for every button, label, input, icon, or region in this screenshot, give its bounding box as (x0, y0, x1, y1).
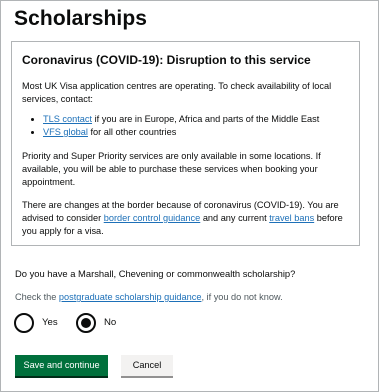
scholarship-question: Do you have a Marshall, Chevening or com… (15, 268, 296, 279)
priority-services-text: Priority and Super Priority services are… (22, 151, 321, 187)
list-item: VFS global for all other countries (43, 126, 348, 139)
selected-dot (81, 318, 91, 328)
contact-list: TLS contact if you are in Europe, Africa… (22, 113, 348, 139)
notice-heading: Coronavirus (COVID-19): Disruption to th… (22, 53, 311, 67)
list-item-text: for all other countries (87, 127, 177, 137)
yes-radio-button[interactable] (14, 313, 34, 333)
no-radio-option[interactable]: No (76, 313, 116, 333)
page-title: Scholarships (14, 7, 148, 30)
no-radio-button[interactable] (76, 313, 96, 333)
no-radio-label[interactable]: No (104, 317, 116, 329)
yes-radio-option[interactable]: Yes (14, 313, 58, 333)
postgraduate-scholarship-guidance-link[interactable]: postgraduate scholarship guidance (59, 292, 202, 302)
travel-bans-link[interactable]: travel bans (269, 213, 314, 223)
page-frame: Scholarships Coronavirus (COVID-19): Dis… (0, 0, 379, 392)
hint-text-start: Check the (15, 292, 59, 302)
list-item-text: if you are in Europe, Africa and parts o… (92, 114, 320, 124)
tls-contact-link[interactable]: TLS contact (43, 114, 92, 124)
cancel-button[interactable]: Cancel (121, 355, 173, 376)
list-item: TLS contact if you are in Europe, Africa… (43, 113, 348, 126)
border-control-guidance-link[interactable]: border control guidance (104, 213, 201, 223)
scholarship-hint: Check the postgraduate scholarship guida… (15, 291, 283, 304)
notice-intro: Most UK Visa application centres are ope… (22, 81, 332, 104)
vfs-global-link[interactable]: VFS global (43, 127, 88, 137)
covid-notice-panel: Coronavirus (COVID-19): Disruption to th… (11, 41, 360, 246)
save-and-continue-button[interactable]: Save and continue (15, 355, 108, 376)
border-changes-text: There are changes at the border because … (22, 199, 348, 238)
hint-text-end: , if you do not know. (201, 292, 283, 302)
yes-radio-label[interactable]: Yes (42, 317, 58, 329)
border-text-middle: and any current (200, 213, 270, 223)
